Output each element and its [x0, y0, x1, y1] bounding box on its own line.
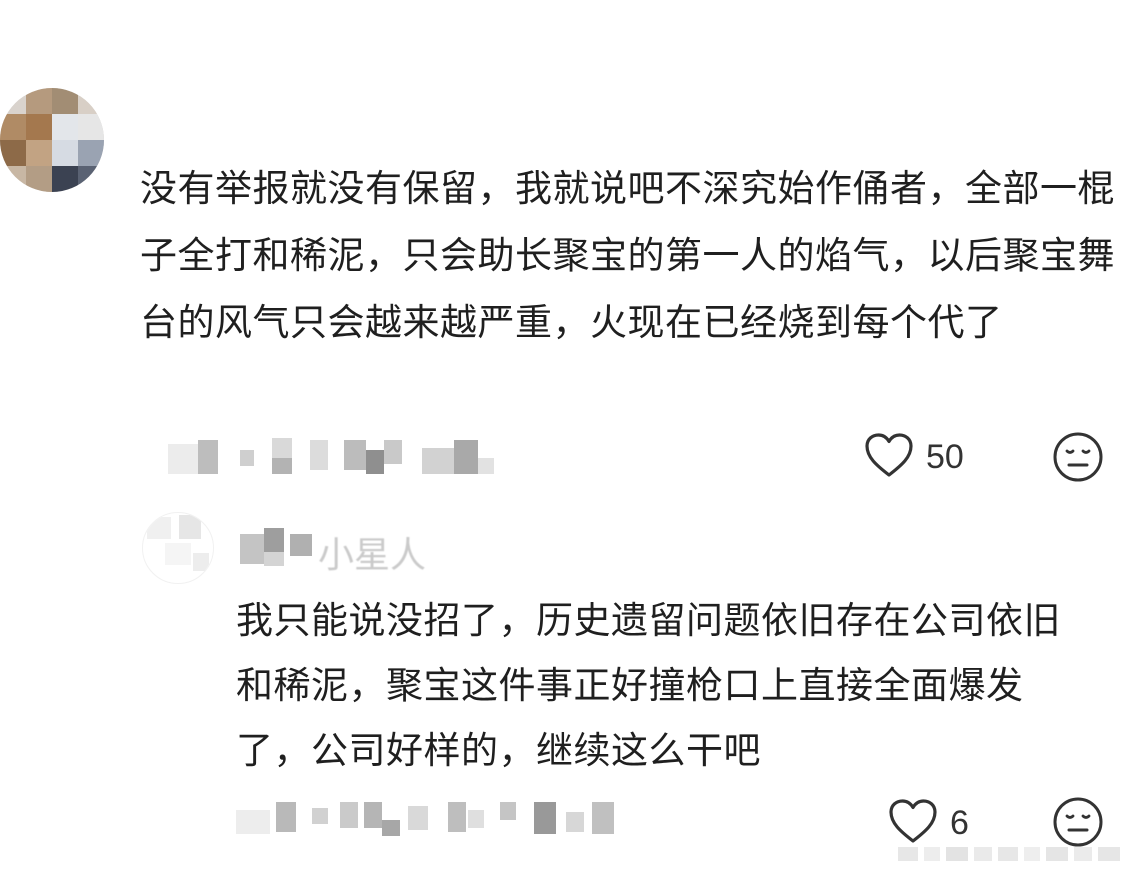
- reply-like-button[interactable]: 6: [888, 798, 969, 848]
- comment-meta-obscured: [168, 436, 508, 476]
- comment-text: 没有举报就没有保留，我就说吧不深究始作俑者，全部一棍子全打和稀泥，只会助长聚宝的…: [140, 167, 1115, 344]
- meh-face-icon[interactable]: [1052, 431, 1104, 487]
- reply-avatar[interactable]: [142, 512, 214, 584]
- reply-text: 我只能说没招了，历史遗留问题依旧存在公司依旧和稀泥，聚宝这件事正好撞枪口上直接全…: [236, 599, 1061, 772]
- watermark: [898, 843, 1128, 865]
- commenter-avatar[interactable]: [0, 88, 104, 192]
- reply-username[interactable]: 小星人: [240, 524, 450, 576]
- comment-like-count: 50: [926, 437, 964, 476]
- comment-like-button[interactable]: 50: [864, 432, 964, 482]
- reply-username-text: 小星人: [318, 535, 427, 576]
- reply-like-count: 6: [950, 803, 969, 842]
- reply-meta-obscured: [236, 798, 626, 838]
- heart-outline-icon: [864, 432, 914, 482]
- heart-outline-icon: [888, 798, 938, 848]
